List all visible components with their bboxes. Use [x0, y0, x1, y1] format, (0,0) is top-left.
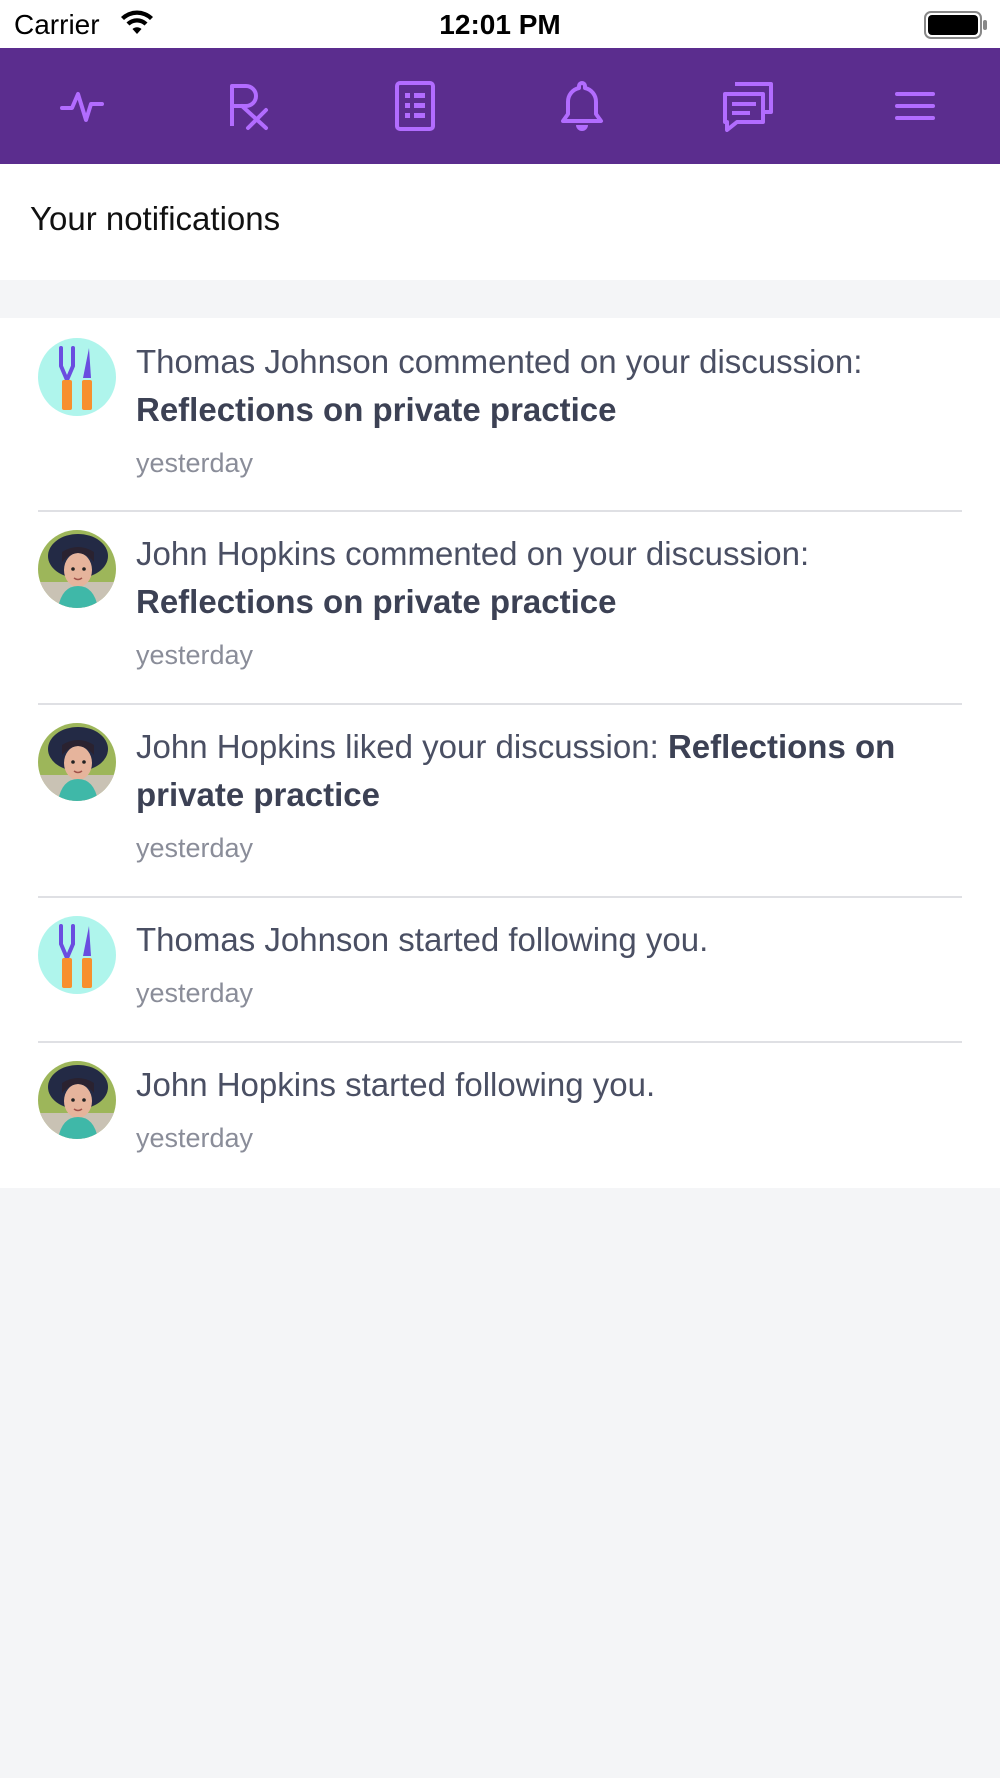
status-bar: Carrier 12:01 PM [0, 0, 1000, 48]
discussion-link[interactable]: Reflections on private practice [136, 391, 616, 428]
notification-time: yesterday [136, 448, 254, 478]
notification-item[interactable]: Thomas Johnson started following you. ye… [0, 898, 1000, 1042]
discussion-link[interactable]: Reflections on private practice [136, 583, 616, 620]
notification-time: yesterday [136, 640, 254, 670]
messages-icon[interactable] [720, 78, 776, 134]
battery-icon [924, 11, 988, 44]
page-header: Your notifications [0, 164, 1000, 280]
girl-photo-avatar [38, 1061, 116, 1139]
notification-text: John Hopkins started following you. [136, 1061, 966, 1109]
page-title: Your notifications [30, 200, 281, 237]
notification-text: Thomas Johnson commented on your discuss… [136, 338, 966, 434]
notification-text: John Hopkins liked your discussion: Refl… [136, 723, 966, 819]
notification-item[interactable]: John Hopkins commented on your discussio… [0, 512, 1000, 704]
notification-time: yesterday [136, 1123, 254, 1153]
girl-photo-avatar [38, 530, 116, 608]
prescription-icon[interactable] [220, 78, 276, 134]
notification-message: John Hopkins started following you. [136, 1066, 656, 1103]
menu-icon[interactable] [887, 78, 943, 134]
notification-item[interactable]: John Hopkins liked your discussion: Refl… [0, 705, 1000, 897]
notification-message: Thomas Johnson started following you. [136, 921, 709, 958]
tools-avatar [38, 916, 116, 994]
top-nav-bar [0, 48, 1000, 164]
notification-time: yesterday [136, 833, 254, 863]
notification-text: Thomas Johnson started following you. [136, 916, 966, 964]
notification-item[interactable]: John Hopkins started following you. yest… [0, 1043, 1000, 1188]
notification-message: John Hopkins commented on your discussio… [136, 535, 810, 572]
notification-message: John Hopkins liked your discussion: [136, 728, 668, 765]
tools-avatar [38, 338, 116, 416]
activity-icon[interactable] [54, 78, 110, 134]
document-icon[interactable] [387, 78, 443, 134]
status-time: 12:01 PM [439, 9, 561, 40]
notification-message: Thomas Johnson commented on your discuss… [136, 343, 863, 380]
notification-item[interactable]: Thomas Johnson commented on your discuss… [0, 318, 1000, 510]
girl-photo-avatar [38, 723, 116, 801]
notification-text: John Hopkins commented on your discussio… [136, 530, 966, 626]
notification-list: Thomas Johnson commented on your discuss… [0, 318, 1000, 1188]
notification-time: yesterday [136, 978, 254, 1008]
bell-icon[interactable] [554, 78, 610, 134]
